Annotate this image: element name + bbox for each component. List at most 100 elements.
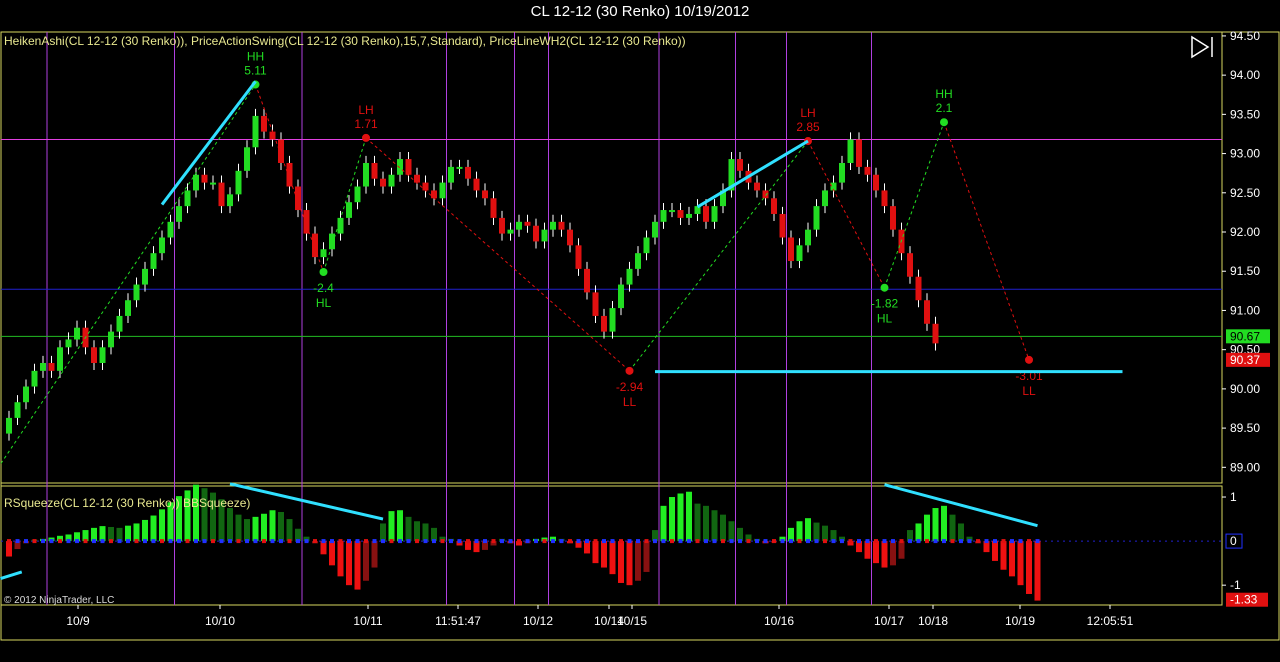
squeeze-dot xyxy=(542,539,547,544)
candle xyxy=(711,206,718,222)
squeeze-dot xyxy=(440,539,445,544)
candle xyxy=(507,229,514,234)
candle xyxy=(422,182,429,191)
squeeze-dot xyxy=(228,539,232,544)
candle xyxy=(210,182,216,185)
momentum-bar xyxy=(354,541,361,590)
squeeze-dot xyxy=(857,539,861,544)
squeeze-dot xyxy=(236,539,241,544)
squeeze-dot xyxy=(534,539,538,544)
candle xyxy=(907,253,913,277)
candle xyxy=(932,323,939,344)
swing-point xyxy=(880,283,889,292)
price-axis-label: 93.00 xyxy=(1230,147,1260,161)
squeeze-dot xyxy=(262,539,266,544)
candle xyxy=(14,402,21,418)
candle xyxy=(796,245,803,262)
squeeze-dot xyxy=(517,539,521,544)
candle xyxy=(601,315,607,332)
candle xyxy=(754,182,760,191)
squeeze-dot xyxy=(41,539,45,544)
x-axis-label: 12:05:51 xyxy=(1087,614,1134,628)
candle xyxy=(686,213,692,218)
squeeze-dot xyxy=(763,539,768,544)
squeeze-dot xyxy=(126,539,130,544)
momentum-bar xyxy=(660,505,667,542)
candle xyxy=(822,190,828,207)
squeeze-dot xyxy=(500,539,504,544)
momentum-bar xyxy=(1017,541,1024,586)
momentum-bar xyxy=(150,515,157,542)
candle xyxy=(456,166,463,169)
squeeze-dot xyxy=(661,539,666,544)
candle xyxy=(184,190,191,207)
swing-kind-label: LL xyxy=(1022,384,1036,398)
skip-to-end-arrow xyxy=(1191,35,1210,59)
squeeze-dot xyxy=(721,539,725,544)
candle xyxy=(99,347,106,363)
candle xyxy=(533,225,539,242)
momentum-bar xyxy=(159,509,165,542)
momentum-bar xyxy=(405,516,412,542)
candle xyxy=(235,170,242,195)
momentum-bar xyxy=(915,523,922,542)
candle xyxy=(864,166,871,175)
momentum-bar xyxy=(635,541,641,581)
squeeze-dot xyxy=(619,539,623,544)
squeeze-dot xyxy=(976,539,980,544)
candle xyxy=(193,174,199,191)
candle xyxy=(133,284,140,301)
price-axis-label: 93.50 xyxy=(1230,107,1260,121)
momentum-bar xyxy=(261,513,267,542)
candle xyxy=(108,331,114,348)
squeeze-dot xyxy=(729,539,734,544)
chart-canvas[interactable]: HH5.11-2.4HLLH1.71-2.94LLLH2.85-1.82HLHH… xyxy=(0,0,1280,662)
squeeze-dot xyxy=(483,539,487,544)
candle xyxy=(6,417,12,434)
squeeze-dot xyxy=(882,539,887,544)
squeeze-dot xyxy=(755,539,759,544)
candle xyxy=(320,249,327,258)
squeeze-dot xyxy=(143,539,147,544)
indicator-trendline xyxy=(0,570,23,580)
candle xyxy=(516,221,522,230)
squeeze-dot xyxy=(381,539,385,544)
candle xyxy=(771,198,777,214)
indicator-axis-label: 1 xyxy=(1230,490,1237,504)
candle xyxy=(65,339,72,348)
squeeze-dot xyxy=(610,539,615,544)
momentum-bar xyxy=(227,508,233,542)
squeeze-dot xyxy=(321,539,326,544)
price-axis-label: 89.50 xyxy=(1230,421,1260,435)
skip-to-end-icon[interactable] xyxy=(1191,35,1213,59)
squeeze-dot xyxy=(806,539,810,544)
candle xyxy=(856,139,862,167)
candle xyxy=(48,362,55,371)
squeeze-dot xyxy=(814,539,819,544)
squeeze-dot xyxy=(491,539,496,544)
momentum-bar xyxy=(813,522,820,542)
momentum-bar xyxy=(992,541,998,561)
squeeze-dot xyxy=(92,539,96,544)
candle xyxy=(473,178,480,191)
swing-line xyxy=(323,137,367,273)
candle xyxy=(405,159,412,175)
squeeze-dot xyxy=(568,539,572,544)
squeeze-dot xyxy=(168,539,173,544)
momentum-bar xyxy=(669,497,675,542)
squeeze-dot xyxy=(372,539,377,544)
squeeze-dot xyxy=(474,539,479,544)
candle xyxy=(201,174,208,183)
squeeze-dot xyxy=(75,539,79,544)
squeeze-dot xyxy=(398,539,402,544)
candle xyxy=(499,217,505,234)
swing-value-label: 1.71 xyxy=(354,117,378,131)
squeeze-dot xyxy=(797,539,802,544)
swing-value-label: -2.94 xyxy=(616,380,644,394)
squeeze-dot xyxy=(109,539,113,544)
squeeze-dot xyxy=(942,539,946,544)
candle xyxy=(91,347,97,363)
price-axis-label: 94.00 xyxy=(1230,68,1260,82)
squeeze-dot xyxy=(585,539,589,544)
candle xyxy=(31,370,38,387)
